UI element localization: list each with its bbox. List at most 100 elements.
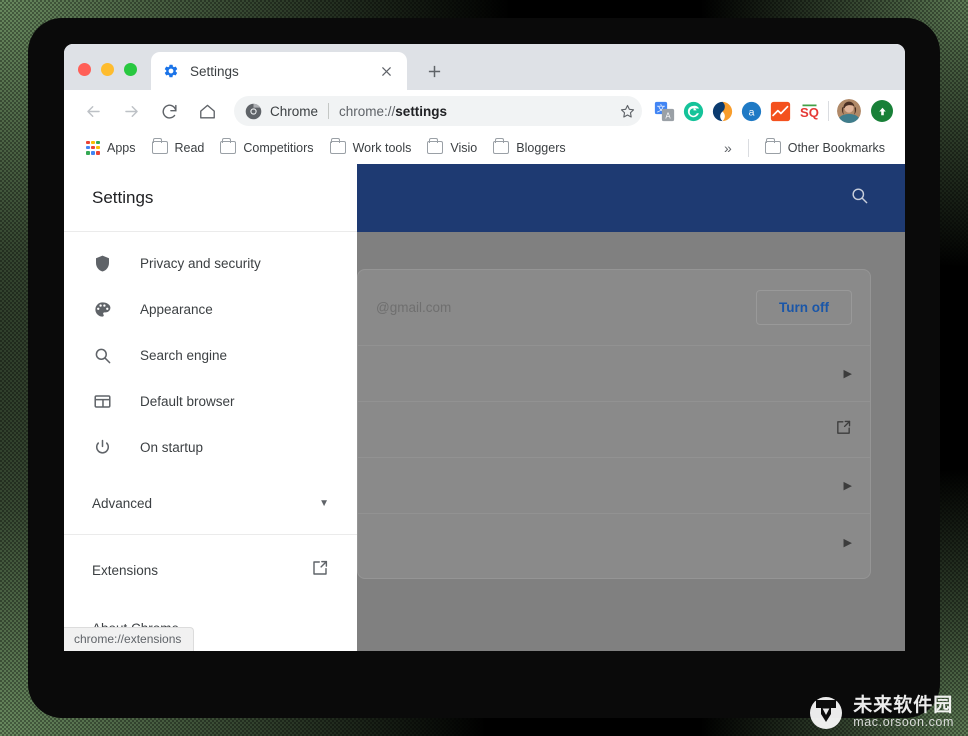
similarweb-extension-icon[interactable] [712, 101, 733, 122]
chevron-right-icon: ▶ [843, 480, 852, 492]
sidebar-item-privacy-and-security[interactable]: Privacy and security [64, 240, 357, 286]
svg-text:A: A [665, 111, 671, 120]
bookmarks-overflow-button[interactable]: » [716, 138, 740, 158]
shield-icon [92, 253, 112, 273]
sidebar-item-on-startup[interactable]: On startup [64, 424, 357, 470]
chevron-right-icon: ▶ [843, 368, 852, 380]
omnibox-url: chrome://settings [339, 103, 448, 119]
search-icon [92, 345, 112, 365]
bookmark-read[interactable]: Read [144, 138, 213, 158]
bookmark-bloggers[interactable]: Bloggers [485, 138, 573, 158]
status-bubble: chrome://extensions [64, 627, 195, 651]
sidebar-item-default-browser[interactable]: Default browser [64, 378, 357, 424]
sidebar-item-label: On startup [140, 439, 204, 455]
watermark-title: 未来软件园 [853, 695, 954, 717]
browser-toolbar: Chrome chrome://settings 文 A a SQ [64, 90, 905, 132]
table-row[interactable]: ▶ [358, 458, 870, 514]
sync-settings-card: @gmail.com Turn off ▶ ▶ ▶ [357, 269, 871, 579]
browser-window: Settings Chrome chrome://settings 文 A a … [64, 44, 905, 651]
home-button[interactable] [192, 96, 222, 126]
watermark: 未来软件园 mac.orsoon.com [809, 696, 954, 730]
sidebar-item-label: Appearance [140, 301, 213, 317]
forward-button[interactable] [116, 96, 146, 126]
external-link-icon [835, 419, 852, 441]
update-chrome-button[interactable] [871, 100, 893, 122]
extension-icons: 文 A a SQ [654, 101, 820, 122]
bookmark-work-tools[interactable]: Work tools [322, 138, 420, 158]
tab-title: Settings [190, 63, 239, 79]
close-icon[interactable] [377, 62, 395, 80]
page-viewport: @gmail.com Turn off ▶ ▶ ▶ Settings Priva… [64, 164, 905, 651]
settings-nav-list: Autofill Privacy and security [64, 232, 357, 651]
bookmark-visio[interactable]: Visio [419, 138, 485, 158]
gear-icon [163, 63, 179, 79]
account-email: @gmail.com [376, 300, 452, 315]
bookmark-other-bookmarks[interactable]: Other Bookmarks [757, 138, 893, 158]
turn-off-button[interactable]: Turn off [756, 290, 852, 325]
bookmark-star-icon[interactable] [612, 96, 642, 126]
sidebar-item-advanced[interactable]: Advanced ▼ [64, 480, 357, 526]
drawer-divider [64, 534, 357, 535]
table-row[interactable]: ▶ [358, 346, 870, 402]
power-icon [92, 437, 112, 457]
bookmark-label: Work tools [352, 140, 412, 155]
address-bar[interactable]: Chrome chrome://settings [234, 96, 638, 126]
reload-button[interactable] [154, 96, 184, 126]
google-translate-extension-icon[interactable]: 文 A [654, 101, 675, 122]
tab-strip: Settings [64, 44, 905, 90]
chevron-right-icon: ▶ [843, 536, 852, 549]
page-content-scrim: @gmail.com Turn off ▶ ▶ ▶ [357, 232, 905, 651]
watermark-text: 未来软件园 mac.orsoon.com [853, 696, 954, 729]
window-traffic-lights [64, 63, 151, 90]
sidebar-item-label: Default browser [140, 393, 235, 409]
search-icon[interactable] [850, 186, 869, 210]
bookmark-label: Competitiors [243, 140, 314, 155]
folder-icon [764, 138, 781, 154]
maximize-window-button[interactable] [124, 63, 137, 76]
alexa-extension-icon[interactable]: a [741, 101, 762, 122]
external-link-icon [311, 559, 329, 582]
profile-avatar[interactable] [837, 99, 861, 123]
table-row[interactable] [358, 402, 870, 458]
grammarly-extension-icon[interactable] [683, 101, 704, 122]
apps-grid-icon [86, 140, 100, 155]
omnibox-scheme-label: Chrome [270, 103, 319, 119]
chrome-icon [245, 103, 262, 120]
folder-icon [493, 138, 510, 154]
seoquake-extension-icon[interactable]: SQ [799, 101, 820, 122]
svg-text:SQ: SQ [800, 104, 819, 119]
folder-icon [427, 138, 444, 154]
sidebar-item-label: Search engine [140, 347, 228, 363]
watermark-logo-icon [809, 696, 843, 730]
table-row[interactable]: ▶ [358, 514, 870, 570]
bookmark-label: Visio [450, 140, 478, 155]
bookmark-apps[interactable]: Apps [78, 138, 144, 158]
sidebar-item-extensions[interactable]: Extensions [64, 547, 357, 593]
close-window-button[interactable] [78, 63, 91, 76]
omnibox-separator [328, 103, 330, 119]
bookmarks-bar: Apps Read Competitiors Work tools Visio … [64, 132, 905, 164]
settings-drawer: Settings Autofill [64, 164, 357, 651]
svg-text:a: a [749, 106, 755, 118]
desktop-background: Settings Chrome chrome://settings 文 A a … [0, 0, 968, 736]
page-header-bar [357, 164, 905, 232]
sidebar-item-search-engine[interactable]: Search engine [64, 332, 357, 378]
bookmarks-divider [747, 138, 749, 157]
settings-drawer-header: Settings [64, 164, 357, 232]
table-row[interactable]: @gmail.com Turn off [358, 270, 870, 346]
sidebar-item-label: Extensions [92, 562, 159, 578]
sidebar-item-autofill[interactable]: Autofill [64, 232, 357, 240]
back-button[interactable] [78, 96, 108, 126]
bookmark-competitiors[interactable]: Competitiors [212, 138, 321, 158]
bookmark-label: Other Bookmarks [787, 140, 885, 155]
toolbar-divider [828, 101, 829, 121]
tab-settings[interactable]: Settings [151, 52, 407, 90]
sidebar-item-appearance[interactable]: Appearance [64, 286, 357, 332]
advanced-label: Advanced [92, 495, 153, 511]
folder-icon [220, 138, 237, 154]
minimize-window-button[interactable] [101, 63, 114, 76]
bookmark-label: Bloggers [516, 140, 566, 155]
analytics-extension-icon[interactable] [770, 101, 791, 122]
page-title: Settings [92, 187, 154, 207]
new-tab-button[interactable] [419, 56, 449, 86]
